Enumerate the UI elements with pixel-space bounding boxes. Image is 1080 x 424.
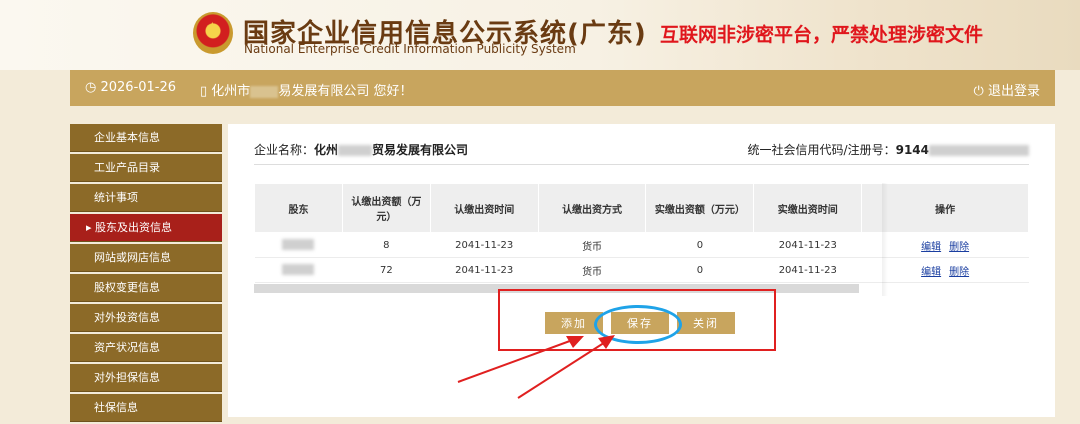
annotation-arrows — [457, 335, 615, 399]
arrow-to-add-icon — [457, 336, 584, 383]
arrow-to-save-icon — [517, 335, 615, 399]
